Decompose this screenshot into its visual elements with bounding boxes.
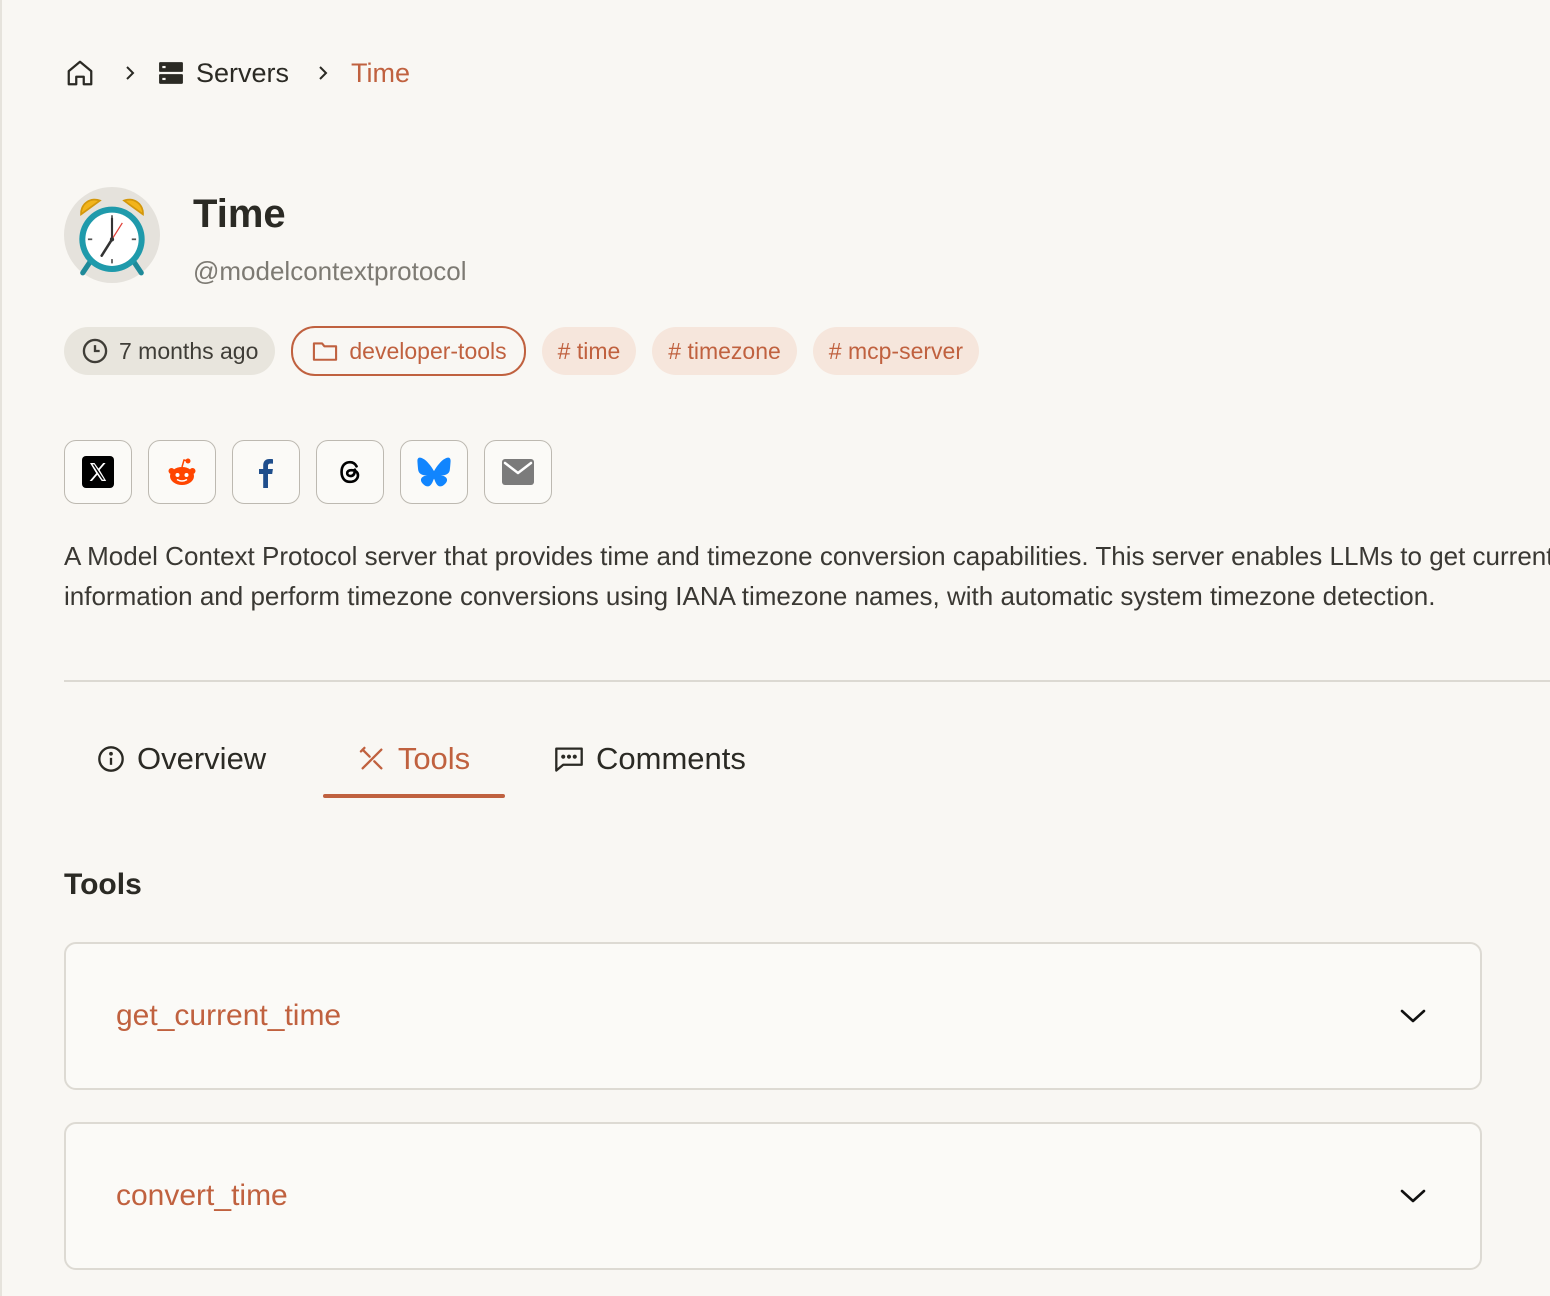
share-facebook-button[interactable] xyxy=(232,440,300,504)
threads-icon xyxy=(340,460,360,484)
category-chip[interactable]: developer-tools xyxy=(291,326,526,376)
tag-chip-time[interactable]: # time xyxy=(541,327,637,375)
tools-icon xyxy=(359,746,383,770)
updated-label: 7 months ago xyxy=(119,337,259,364)
tool-accordion-convert-time[interactable]: convert_time xyxy=(64,1122,1482,1270)
share-threads-button[interactable] xyxy=(316,440,384,504)
chevron-down-icon[interactable] xyxy=(1398,1181,1428,1211)
author-handle[interactable]: @modelcontextprotocol xyxy=(193,256,467,287)
server-icon xyxy=(159,62,183,84)
chevron-right-icon xyxy=(118,61,142,85)
server-avatar xyxy=(64,187,160,283)
active-tab-indicator xyxy=(323,794,505,798)
chevron-right-icon xyxy=(311,61,335,85)
clock-icon xyxy=(82,338,108,364)
home-icon[interactable] xyxy=(64,57,96,89)
tab-comments-label: Comments xyxy=(596,741,746,776)
tag-list: 7 months ago developer-tools # time # ti… xyxy=(64,326,995,376)
updated-badge: 7 months ago xyxy=(64,327,276,375)
chevron-down-icon[interactable] xyxy=(1398,1001,1428,1031)
share-reddit-button[interactable] xyxy=(148,440,216,504)
facebook-icon xyxy=(259,459,273,488)
breadcrumb: Servers Time xyxy=(64,52,410,94)
tab-overview[interactable]: Overview xyxy=(97,724,266,794)
share-bluesky-button[interactable] xyxy=(400,440,468,504)
email-icon xyxy=(502,459,534,485)
category-label: developer-tools xyxy=(349,337,507,364)
share-email-button[interactable] xyxy=(484,440,552,504)
page-title: Time xyxy=(193,192,286,236)
breadcrumb-servers-link[interactable]: Servers xyxy=(158,58,289,89)
page-edge xyxy=(0,0,2,1296)
breadcrumb-servers-label: Servers xyxy=(196,57,290,88)
bluesky-icon xyxy=(417,457,451,487)
tool-name: get_current_time xyxy=(116,999,342,1032)
tab-overview-label: Overview xyxy=(137,741,267,776)
server-description: A Model Context Protocol server that pro… xyxy=(64,541,1550,611)
tool-name: convert_time xyxy=(116,1179,288,1212)
tools-section-title: Tools xyxy=(64,868,142,901)
divider xyxy=(64,680,1550,682)
tab-tools[interactable]: Tools xyxy=(323,724,505,798)
alarm-clock-icon xyxy=(79,198,145,276)
tool-accordion-get-current-time[interactable]: get_current_time xyxy=(64,942,1482,1090)
share-buttons xyxy=(64,440,568,504)
tab-comments[interactable]: Comments xyxy=(554,724,746,794)
tab-tools-label: Tools xyxy=(397,741,471,776)
folder-icon xyxy=(313,342,338,361)
x-icon xyxy=(82,456,114,488)
tag-chip-timezone[interactable]: # timezone xyxy=(652,327,797,375)
info-icon xyxy=(98,746,124,772)
tag-chip-mcp-server[interactable]: # mcp-server xyxy=(812,327,979,375)
comment-icon xyxy=(555,747,583,772)
breadcrumb-current: Time xyxy=(351,57,411,88)
reddit-icon xyxy=(168,458,196,485)
share-x-button[interactable] xyxy=(64,440,132,504)
